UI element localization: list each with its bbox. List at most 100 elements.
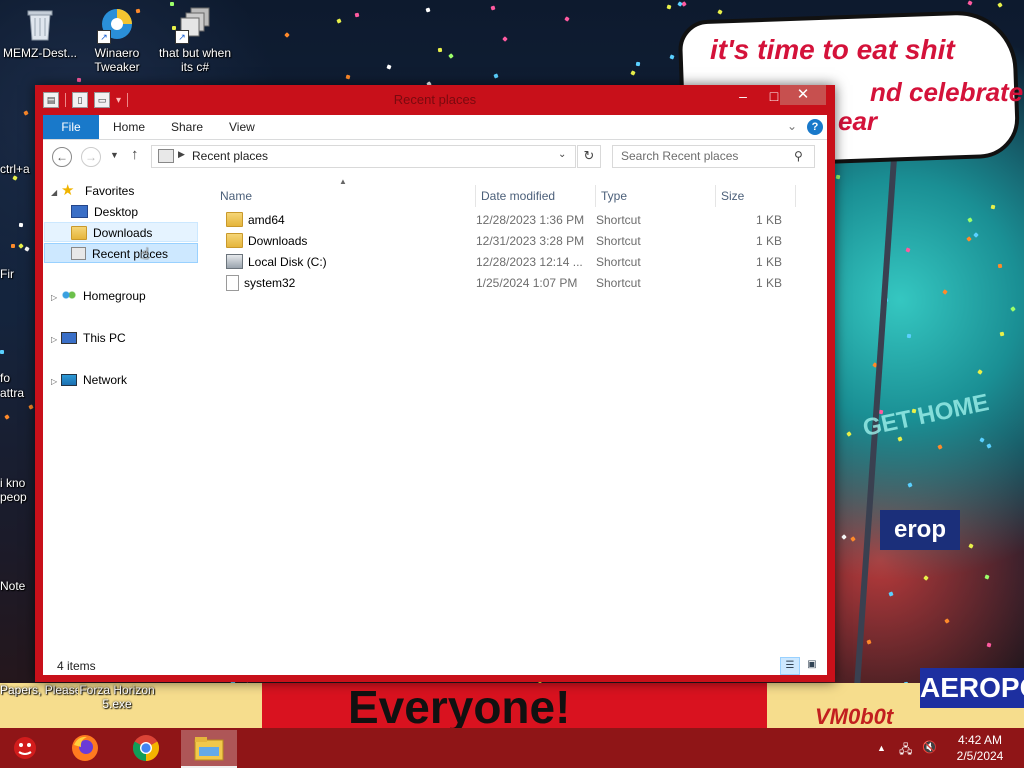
memz-app-icon (14, 737, 36, 759)
file-row-system32[interactable]: system32 1/25/2024 1:07 PM Shortcut 1 KB (213, 273, 793, 294)
confetti-piece (76, 77, 82, 83)
confetti-piece (977, 369, 983, 375)
back-button[interactable]: ← (52, 147, 72, 167)
navigation-pane: ◢ ★ Favorites Desktop Downloads Recent pla… (43, 177, 208, 657)
address-bar[interactable]: ▶ Recent places ⌄ (151, 145, 576, 168)
confetti-piece (4, 414, 10, 420)
column-header-type[interactable]: Type (601, 185, 627, 207)
column-divider[interactable] (475, 185, 476, 207)
column-divider[interactable] (715, 185, 716, 207)
tree-label: Network (83, 373, 128, 387)
collapse-chevron-icon[interactable]: ◢ (51, 183, 61, 203)
search-box: ⚲ (612, 145, 815, 168)
tree-item-recent-places[interactable]: Recent places (44, 243, 198, 263)
desktop-icon-forza-horizon[interactable]: Forza Horizon 5.exe (78, 683, 156, 711)
tab-file[interactable]: File (43, 115, 99, 139)
meme-text-line-2: nd celebrate (870, 77, 1024, 107)
desktop-icon-recycle-bin[interactable]: MEMZ-Dest... (0, 6, 80, 60)
stacked-windows-icon: ↗ (175, 6, 213, 44)
breadcrumb-recent-places[interactable]: Recent places (192, 149, 268, 163)
desktop-icon-winaero-tweaker[interactable]: ↗ Winaero Tweaker (77, 6, 157, 74)
desktop-icon-papers-please[interactable]: Papers, Please (0, 683, 78, 697)
close-button[interactable]: ✕ (780, 85, 826, 105)
wallpaper-vm-text: VM0b0t (815, 704, 894, 729)
confetti-piece (997, 2, 1003, 8)
confetti-piece (564, 16, 570, 22)
confetti-piece (24, 246, 30, 252)
file-row-local-disk[interactable]: Local Disk (C:) 12/28/2023 12:14 ... Sho… (213, 252, 793, 273)
confetti-piece (846, 431, 852, 437)
homegroup-icon (61, 288, 77, 303)
clock-time[interactable]: 4:42 AM (950, 733, 1010, 747)
large-icons-view-icon[interactable]: ▣ (803, 657, 821, 673)
tab-share[interactable]: Share (171, 115, 203, 139)
forward-button[interactable]: → (81, 147, 101, 167)
confetti-piece (502, 36, 508, 42)
wallpaper-aerop-sign: erop (880, 510, 960, 550)
expand-ribbon-icon[interactable]: ⌄ (787, 119, 797, 133)
recent-locations-dropdown[interactable]: ▼ (110, 150, 119, 160)
column-divider[interactable] (795, 185, 796, 207)
file-row-downloads[interactable]: Downloads 12/31/2023 3:28 PM Shortcut 1 … (213, 231, 793, 252)
show-hidden-icons-icon[interactable]: ▲ (877, 743, 886, 753)
shortcut-arrow-icon: ↗ (175, 30, 189, 44)
file-size-cell: 1 KB (755, 255, 782, 269)
search-input[interactable] (613, 146, 791, 165)
ribbon-tabs: File Home Share View ⌄ ? (43, 115, 827, 140)
refresh-button[interactable]: ↻ (577, 145, 601, 168)
file-row-amd64[interactable]: amd64 12/28/2023 1:36 PM Shortcut 1 KB (213, 210, 793, 231)
tree-network[interactable]: ▷ Network (51, 370, 127, 390)
file-date-cell: 12/28/2023 12:14 ... (476, 255, 583, 269)
wallpaper-aeropos-sign: AEROPOS (920, 668, 1024, 708)
confetti-piece (12, 175, 18, 181)
minimize-button[interactable]: – (730, 87, 756, 107)
clock-date[interactable]: 2/5/2024 (950, 749, 1010, 763)
column-divider[interactable] (595, 185, 596, 207)
file-size-cell: 1 KB (755, 276, 782, 290)
taskbar-memz-app[interactable] (0, 730, 50, 766)
desktop-icon-stub[interactable]: Note (0, 579, 38, 593)
confetti-piece (18, 222, 24, 228)
confetti-piece (448, 53, 454, 59)
confetti-piece (897, 436, 903, 442)
confetti-piece (425, 7, 431, 13)
column-header-size[interactable]: Size (721, 185, 744, 207)
tab-view[interactable]: View (229, 115, 255, 139)
tree-this-pc[interactable]: ▷ This PC (51, 328, 126, 348)
desktop-icon-stub[interactable]: Fir (0, 267, 38, 281)
tab-home[interactable]: Home (113, 115, 145, 139)
file-type-cell: Shortcut (596, 234, 641, 248)
tree-homegroup[interactable]: ▷ Homegroup (51, 286, 146, 306)
volume-muted-icon[interactable]: 🔇 (922, 740, 937, 754)
tree-favorites[interactable]: ◢ ★ Favorites (51, 181, 134, 201)
desktop-icon-stub[interactable]: i kno (0, 476, 38, 490)
column-header-date-modified[interactable]: Date modified (481, 185, 555, 207)
tree-item-downloads[interactable]: Downloads (44, 222, 198, 242)
taskbar-chrome[interactable] (121, 730, 171, 766)
taskbar-file-explorer[interactable] (181, 730, 237, 768)
confetti-piece (942, 289, 948, 295)
breadcrumb-chevron-icon[interactable]: ▶ (178, 149, 185, 160)
confetti-piece (967, 0, 973, 6)
search-icon[interactable]: ⚲ (794, 149, 803, 163)
expand-chevron-icon[interactable]: ▷ (51, 372, 61, 392)
expand-chevron-icon[interactable]: ▷ (51, 288, 61, 308)
title-bar[interactable]: ▤ ▯ ▭ ▾ Recent places – □ ✕ (35, 85, 835, 115)
address-dropdown-icon[interactable]: ⌄ (558, 149, 566, 160)
desktop-icon-stub[interactable]: ctrl+a (0, 162, 38, 176)
taskbar-firefox[interactable] (60, 730, 110, 766)
blank-file-icon (226, 274, 239, 291)
network-tray-icon[interactable]: 🖧 (899, 740, 912, 761)
details-view-icon[interactable]: ☰ (780, 657, 800, 675)
desktop-icon-stub[interactable]: fo (0, 371, 38, 385)
up-button[interactable]: ↑ (131, 146, 139, 163)
confetti-piece (841, 534, 847, 540)
tree-label: Favorites (85, 184, 135, 198)
confetti-piece (850, 536, 856, 542)
expand-chevron-icon[interactable]: ▷ (51, 330, 61, 350)
file-name-cell: amd64 (226, 210, 285, 231)
help-icon[interactable]: ? (807, 119, 823, 135)
tree-item-desktop[interactable]: Desktop (71, 202, 199, 222)
desktop-icon-that-but-when[interactable]: ↗ that but when its c# (155, 6, 235, 74)
column-header-name[interactable]: Name (220, 185, 252, 207)
